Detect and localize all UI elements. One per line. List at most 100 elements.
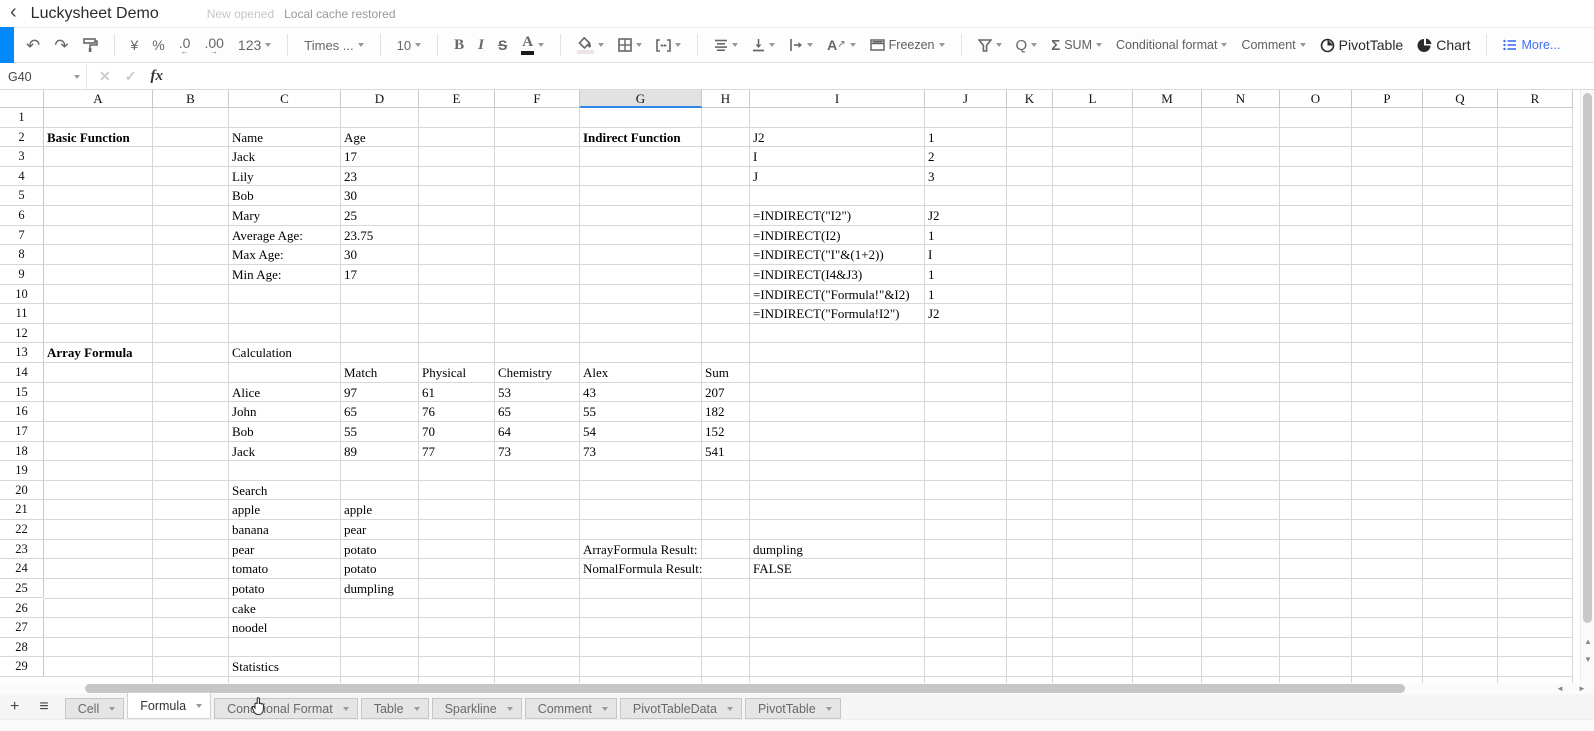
cell-I7[interactable]: =INDIRECT(I2) bbox=[750, 226, 844, 244]
cell-D2[interactable]: Age bbox=[341, 128, 369, 146]
cell-name-box[interactable]: G40 bbox=[0, 64, 86, 89]
cell-C16[interactable]: John bbox=[229, 403, 260, 421]
cell-G14[interactable]: Alex bbox=[580, 364, 612, 382]
borders-button[interactable] bbox=[612, 32, 648, 58]
text-rotate-button[interactable]: A ↗ bbox=[821, 32, 862, 58]
cell-D7[interactable]: 23.75 bbox=[341, 226, 377, 244]
row-header-23[interactable]: 23 bbox=[0, 539, 44, 560]
cell-C25[interactable]: potato bbox=[229, 579, 268, 597]
grid-corner[interactable] bbox=[0, 90, 44, 108]
redo-button[interactable]: ↷ bbox=[48, 32, 74, 58]
bold-button[interactable]: B bbox=[448, 32, 470, 58]
cell-C7[interactable]: Average Age: bbox=[229, 226, 306, 244]
scroll-right-icon[interactable]: ► bbox=[1574, 683, 1590, 694]
cell-J9[interactable]: 1 bbox=[925, 265, 938, 283]
row-header-25[interactable]: 25 bbox=[0, 578, 44, 599]
row-header-18[interactable]: 18 bbox=[0, 441, 44, 462]
cell-I23[interactable]: dumpling bbox=[750, 540, 806, 558]
cell-I24[interactable]: FALSE bbox=[750, 560, 795, 578]
chevron-down-icon[interactable] bbox=[506, 706, 513, 711]
row-header-19[interactable]: 19 bbox=[0, 461, 44, 481]
format-painter-button[interactable] bbox=[77, 32, 104, 58]
row-header-28[interactable]: 28 bbox=[0, 637, 44, 658]
column-header-K[interactable]: K bbox=[1007, 90, 1053, 108]
row-header-17[interactable]: 17 bbox=[0, 421, 44, 442]
decrease-decimal-button[interactable]: .0 ← bbox=[173, 32, 197, 58]
column-header-O[interactable]: O bbox=[1280, 90, 1352, 108]
confirm-icon[interactable]: ✓ bbox=[125, 68, 137, 85]
cell-D15[interactable]: 97 bbox=[341, 383, 360, 401]
cell-C8[interactable]: Max Age: bbox=[229, 246, 287, 264]
cell-E14[interactable]: Physical bbox=[419, 364, 470, 382]
cell-G2[interactable]: Indirect Function bbox=[580, 128, 684, 146]
fill-color-button[interactable] bbox=[571, 32, 610, 58]
chevron-down-icon[interactable] bbox=[342, 706, 349, 711]
cell-I10[interactable]: =INDIRECT("Formula!"&I2) bbox=[750, 285, 913, 303]
cell-I11[interactable]: =INDIRECT("Formula!I2") bbox=[750, 305, 903, 323]
row-header-11[interactable]: 11 bbox=[0, 304, 44, 324]
cell-A13[interactable]: Array Formula bbox=[44, 344, 136, 362]
cell-J6[interactable]: J2 bbox=[925, 207, 943, 225]
column-header-B[interactable]: B bbox=[153, 90, 229, 108]
cell-J8[interactable]: I bbox=[925, 246, 936, 264]
cell-D14[interactable]: Match bbox=[341, 364, 381, 382]
cell-C15[interactable]: Alice bbox=[229, 383, 264, 401]
row-header-21[interactable]: 21 bbox=[0, 500, 44, 520]
freeze-button[interactable]: Freezen bbox=[864, 32, 951, 58]
sheet-tab-formula[interactable]: Formula bbox=[127, 692, 212, 719]
column-header-L[interactable]: L bbox=[1053, 90, 1133, 108]
sum-button[interactable]: Σ SUM bbox=[1045, 32, 1108, 58]
filter-button[interactable] bbox=[972, 32, 1008, 58]
scroll-down-icon[interactable]: ▼ bbox=[1581, 653, 1594, 667]
cell-C21[interactable]: apple bbox=[229, 501, 264, 519]
chevron-down-icon[interactable] bbox=[601, 706, 608, 711]
row-header-29[interactable]: 29 bbox=[0, 657, 44, 677]
cell-G17[interactable]: 54 bbox=[580, 422, 599, 440]
cell-D21[interactable]: apple bbox=[341, 501, 376, 519]
row-header-12[interactable]: 12 bbox=[0, 323, 44, 344]
number-format-dropdown[interactable]: 123 bbox=[232, 32, 277, 58]
cell-C22[interactable]: banana bbox=[229, 521, 272, 539]
cell-D3[interactable]: 17 bbox=[341, 148, 360, 166]
row-header-26[interactable]: 26 bbox=[0, 598, 44, 619]
cell-F16[interactable]: 65 bbox=[495, 403, 514, 421]
row-header-22[interactable]: 22 bbox=[0, 520, 44, 540]
sheet-tab-cell[interactable]: Cell bbox=[64, 698, 125, 719]
cell-G24[interactable]: NomalFormula Result: bbox=[580, 560, 706, 578]
row-header-3[interactable]: 3 bbox=[0, 147, 44, 167]
cell-C24[interactable]: tomato bbox=[229, 560, 272, 578]
row-header-20[interactable]: 20 bbox=[0, 480, 44, 501]
cell-D4[interactable]: 23 bbox=[341, 167, 360, 185]
row-header-15[interactable]: 15 bbox=[0, 382, 44, 403]
cell-I2[interactable]: J2 bbox=[750, 128, 768, 146]
column-header-E[interactable]: E bbox=[419, 90, 495, 108]
row-header-5[interactable]: 5 bbox=[0, 186, 44, 207]
cell-D25[interactable]: dumpling bbox=[341, 579, 397, 597]
font-family-select[interactable]: Times ... bbox=[298, 32, 369, 58]
row-header-9[interactable]: 9 bbox=[0, 264, 44, 285]
row-header-27[interactable]: 27 bbox=[0, 618, 44, 638]
chart-button[interactable]: Chart bbox=[1411, 32, 1476, 58]
cell-C27[interactable]: noodel bbox=[229, 619, 271, 637]
undo-button[interactable]: ↶ bbox=[20, 32, 46, 58]
sheet-menu-button[interactable]: ≡ bbox=[29, 698, 58, 719]
scroll-left-icon[interactable]: ◄ bbox=[1552, 683, 1568, 694]
cell-H15[interactable]: 207 bbox=[702, 383, 728, 401]
cell-C13[interactable]: Calculation bbox=[229, 344, 295, 362]
column-header-A[interactable]: A bbox=[44, 90, 153, 108]
sheet-tab-pivottable[interactable]: PivotTable bbox=[744, 698, 841, 719]
cell-D6[interactable]: 25 bbox=[341, 207, 360, 225]
cell-C5[interactable]: Bob bbox=[229, 187, 257, 205]
cell-J4[interactable]: 3 bbox=[925, 167, 938, 185]
chevron-down-icon[interactable] bbox=[109, 706, 116, 711]
sheet-tab-table[interactable]: Table bbox=[360, 698, 429, 719]
column-header-C[interactable]: C bbox=[229, 90, 341, 108]
column-header-Q[interactable]: Q bbox=[1423, 90, 1498, 108]
cell-E17[interactable]: 70 bbox=[419, 422, 438, 440]
cancel-icon[interactable]: ✕ bbox=[99, 68, 111, 85]
spreadsheet-grid[interactable]: A B C D E F G H I J K L M N O P Q R 1 2 3 4 5 6 7 8 9 10 11 12 13 14 15 1… bbox=[0, 90, 1573, 683]
cell-E18[interactable]: 77 bbox=[419, 442, 438, 460]
column-header-G[interactable]: G bbox=[580, 90, 702, 108]
cell-C3[interactable]: Jack bbox=[229, 148, 259, 166]
chevron-down-icon[interactable] bbox=[196, 703, 203, 708]
